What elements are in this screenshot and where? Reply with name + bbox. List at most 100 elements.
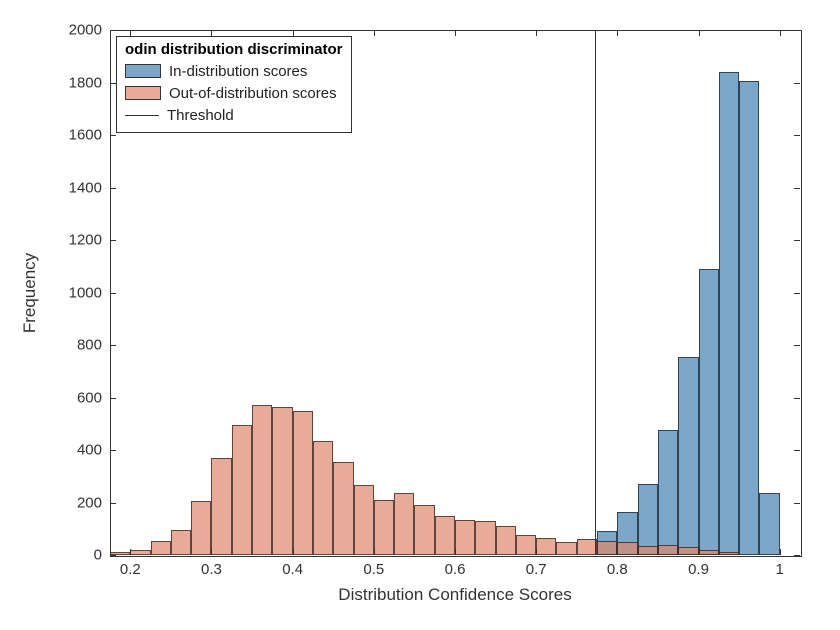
y-tick-label: 1200 [69, 232, 102, 249]
histogram-bar-in [719, 72, 739, 555]
y-tick-label: 200 [77, 494, 102, 511]
histogram-bar-out [455, 520, 475, 555]
histogram-bar-out [516, 535, 536, 555]
histogram-bar-out [130, 550, 150, 555]
y-axis-title: Frequency [20, 252, 40, 332]
x-tick-label: 0.3 [201, 561, 222, 578]
histogram-bar-out [658, 545, 678, 556]
legend-item: Out-of-distribution scores [125, 82, 343, 104]
legend-title: odin distribution discriminator [125, 41, 343, 60]
x-tick-mark [374, 30, 375, 36]
y-tick-label: 1800 [69, 74, 102, 91]
y-tick-label: 800 [77, 337, 102, 354]
legend-swatch-icon [125, 86, 161, 100]
histogram-bar-out [272, 407, 292, 555]
histogram-bar-in [699, 269, 719, 555]
histogram-bar-out [333, 462, 353, 555]
histogram-bar-out [475, 521, 495, 555]
y-tick-label: 1000 [69, 284, 102, 301]
histogram-bar-in [739, 81, 759, 555]
y-tick-mark [110, 188, 116, 189]
y-tick-mark [794, 83, 800, 84]
x-tick-label: 1 [776, 561, 784, 578]
x-tick-label: 0.2 [120, 561, 141, 578]
histogram-bar-out [496, 526, 516, 555]
histogram-bar-out [252, 405, 272, 555]
y-tick-label: 1600 [69, 127, 102, 144]
y-tick-mark [110, 293, 116, 294]
legend-label: In-distribution scores [169, 63, 307, 80]
histogram-bar-in [678, 357, 698, 555]
x-tick-mark [455, 30, 456, 36]
histogram-bar-out [211, 458, 231, 555]
legend-swatch-icon [125, 64, 161, 78]
x-tick-label: 0.8 [607, 561, 628, 578]
chart-container: odin distribution discriminator In-distr… [0, 0, 840, 630]
histogram-bar-in [658, 430, 678, 555]
histogram-bar-out [597, 541, 617, 555]
histogram-bar-out [414, 505, 434, 555]
x-tick-label: 0.5 [363, 561, 384, 578]
histogram-bar-out [617, 542, 637, 555]
histogram-bar-out [435, 516, 455, 555]
y-tick-label: 0 [94, 547, 102, 564]
legend: odin distribution discriminator In-distr… [116, 36, 352, 133]
histogram-bar-in [759, 493, 779, 555]
y-tick-mark [110, 503, 116, 504]
y-tick-mark [794, 450, 800, 451]
y-tick-mark [110, 555, 116, 556]
histogram-bar-out [638, 546, 658, 555]
y-tick-label: 1400 [69, 179, 102, 196]
histogram-bar-out [719, 552, 739, 555]
histogram-bar-out [110, 552, 130, 555]
x-tick-mark [536, 30, 537, 36]
y-tick-label: 2000 [69, 22, 102, 39]
y-tick-mark [794, 555, 800, 556]
histogram-bar-out [354, 485, 374, 555]
y-tick-label: 600 [77, 389, 102, 406]
histogram-bar-out [536, 538, 556, 555]
legend-line-icon [125, 115, 159, 116]
y-tick-mark [110, 135, 116, 136]
x-tick-label: 0.6 [445, 561, 466, 578]
histogram-bar-out [232, 425, 252, 555]
x-tick-mark [780, 30, 781, 36]
legend-item: Threshold [125, 104, 343, 126]
y-tick-mark [110, 30, 116, 31]
legend-item: In-distribution scores [125, 60, 343, 82]
y-tick-label: 400 [77, 442, 102, 459]
x-tick-mark [699, 30, 700, 36]
y-tick-mark [794, 240, 800, 241]
legend-label: Out-of-distribution scores [169, 85, 337, 102]
y-tick-mark [794, 135, 800, 136]
y-tick-mark [110, 450, 116, 451]
y-tick-mark [794, 345, 800, 346]
histogram-bar-out [394, 493, 414, 555]
y-tick-mark [110, 240, 116, 241]
x-tick-mark [617, 30, 618, 36]
y-tick-mark [110, 345, 116, 346]
y-tick-mark [110, 398, 116, 399]
histogram-bar-in [638, 484, 658, 555]
y-tick-mark [794, 398, 800, 399]
histogram-bar-out [577, 539, 597, 555]
legend-label: Threshold [167, 107, 234, 124]
histogram-bar-out [374, 500, 394, 555]
histogram-bar-out [171, 530, 191, 555]
histogram-bar-out [699, 550, 719, 555]
histogram-bar-out [191, 501, 211, 555]
x-tick-label: 0.9 [688, 561, 709, 578]
x-tick-label: 0.7 [526, 561, 547, 578]
histogram-bar-out [556, 542, 576, 555]
histogram-bar-out [678, 547, 698, 555]
y-tick-mark [794, 30, 800, 31]
histogram-bar-out [313, 441, 333, 555]
y-tick-mark [794, 503, 800, 504]
y-tick-mark [794, 188, 800, 189]
x-tick-label: 0.4 [282, 561, 303, 578]
y-tick-mark [794, 293, 800, 294]
x-tick-mark [780, 549, 781, 555]
x-axis-title: Distribution Confidence Scores [338, 585, 571, 605]
histogram-bar-out [293, 411, 313, 555]
threshold-line [595, 30, 596, 555]
